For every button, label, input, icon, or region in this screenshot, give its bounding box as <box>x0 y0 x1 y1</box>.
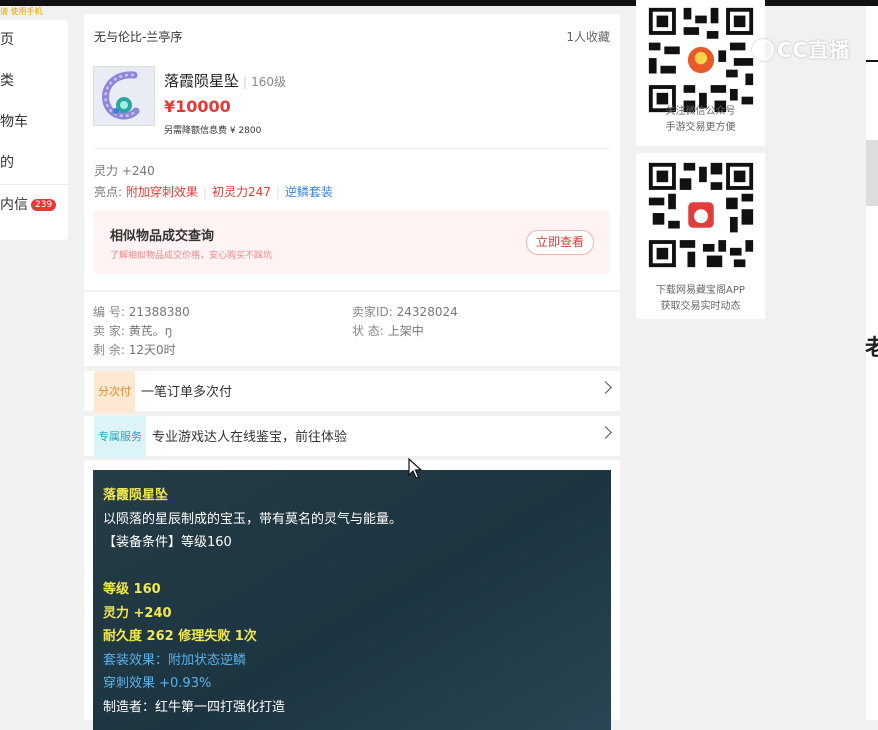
trade-info-card: 编 号: 21388380 卖家ID: 24328024 卖 家: 黄芪。ŋ 状… <box>84 292 620 366</box>
desc-pierce: 穿刺效果 +0.93% <box>103 676 212 691</box>
desc-spacer <box>103 555 601 579</box>
desc-maker: 制造者：红牛第一四打强化打造 <box>103 699 286 715</box>
wechat-qr-card: 关注微信公众号 手游交易更方便 <box>636 0 765 146</box>
service-text: 专业游戏达人在线鉴宝，前往体验 <box>152 430 348 445</box>
top-tip: 请 使用手机 <box>0 7 43 16</box>
edge-text-fragment: 老 <box>865 336 878 361</box>
highlight-set[interactable]: 逆鳞套装 <box>285 185 333 199</box>
wechat-qr-code[interactable] <box>645 4 757 116</box>
highlights-label: 亮点: <box>94 185 123 199</box>
divider <box>94 148 610 149</box>
similar-items-banner[interactable]: 相似物品成交查询 了解相似物品成交价格，安心购买不踩坑 立即查看 <box>94 210 610 274</box>
mouse-cursor-icon <box>408 458 422 479</box>
item-card: 无与伦比-兰亭序 1人收藏 落霞陨星坠160级 ¥10000 另需降额信息费 ¥… <box>84 14 620 290</box>
sidebar-item-home[interactable]: 页 <box>0 20 68 61</box>
item-description-panel: 落霞陨星坠 以陨落的星辰制成的宝玉，带有莫名的灵气与能量。 【装备条件】等级16… <box>93 470 611 730</box>
item-thumbnail[interactable] <box>93 66 155 126</box>
view-now-button[interactable]: 立即查看 <box>526 230 594 255</box>
installment-text: 一笔订单多次付 <box>141 385 233 400</box>
app-qr-card: 下载网易藏宝阁APP 获取交易实时动态 <box>636 153 765 319</box>
chevron-right-icon <box>599 381 612 394</box>
desc-durability: 耐久度 262 修理失败 1次 <box>103 629 257 644</box>
left-sidebar: 页 类 物车 的 内信 239 <box>0 20 68 240</box>
sidebar-item-mine[interactable]: 的 <box>0 143 68 184</box>
app-qr-caption: 下载网易藏宝阁APP 获取交易实时动态 <box>656 285 745 312</box>
desc-flavor: 以陨落的星辰制成的宝玉，带有莫名的灵气与能量。 <box>103 511 403 527</box>
app-qr-code[interactable] <box>645 159 757 271</box>
item-price: ¥10000 <box>164 97 231 116</box>
message-count-badge: 239 <box>31 199 57 211</box>
seller-id: 卖家ID: 24328024 <box>352 305 458 319</box>
similar-title: 相似物品成交查询 <box>110 229 215 244</box>
item-highlights: 亮点: 附加穿刺效果 | 初灵力247 | 逆鳞套装 <box>94 183 333 200</box>
pendant-icon <box>94 67 154 125</box>
item-level: 160级 <box>243 75 286 89</box>
desc-name: 落霞陨星坠 <box>103 488 169 503</box>
cc-logo-icon <box>752 39 774 61</box>
cc-live-watermark: CC直播 <box>752 34 850 63</box>
wechat-qr-caption: 关注微信公众号 手游交易更方便 <box>665 106 736 133</box>
sidebar-item-cart[interactable]: 物车 <box>0 102 68 143</box>
item-attribute: 灵力 +240 <box>94 164 155 178</box>
installment-row[interactable]: 分次付 一笔订单多次付 <box>84 371 620 413</box>
chevron-right-icon <box>599 426 612 439</box>
sidebar-item-category[interactable]: 类 <box>0 61 68 102</box>
similar-subtitle: 了解相似物品成交价格，安心购买不踩坑 <box>110 251 273 261</box>
listing-status: 状 态: 上架中 <box>352 324 424 338</box>
seller-name: 卖 家: 黄芪。ŋ <box>93 324 173 338</box>
item-description-card: 落霞陨星坠 以陨落的星辰制成的宝玉，带有莫名的灵气与能量。 【装备条件】等级16… <box>84 460 620 730</box>
time-remaining: 剩 余: 12天0时 <box>93 343 176 357</box>
separator: | <box>275 185 280 199</box>
store-row: 无与伦比-兰亭序 1人收藏 <box>94 28 610 45</box>
item-title: 落霞陨星坠 <box>164 72 240 90</box>
desc-set-effect: 套装效果：附加状态逆鳞 <box>103 652 247 668</box>
desc-requirement: 【装备条件】等级160 <box>103 535 232 550</box>
appraisal-service-row[interactable]: 专属服务 专业游戏达人在线鉴宝，前往体验 <box>84 416 620 458</box>
item-title-row: 落霞陨星坠160级 <box>164 70 286 91</box>
service-tag: 专属服务 <box>94 416 146 458</box>
item-fee: 另需降额信息费 ¥ 2800 <box>164 126 262 136</box>
item-id: 编 号: 21388380 <box>93 305 190 319</box>
highlight-initial-ling: 初灵力247 <box>211 185 271 199</box>
separator: | <box>202 185 207 199</box>
desc-level: 等级 160 <box>103 582 161 597</box>
installment-tag: 分次付 <box>94 371 135 413</box>
desc-ling: 灵力 +240 <box>103 605 172 621</box>
favorite-count[interactable]: 1人收藏 <box>566 28 610 45</box>
store-name[interactable]: 无与伦比-兰亭序 <box>94 30 182 44</box>
sidebar-item-messages[interactable]: 内信 239 <box>0 184 68 226</box>
highlight-pierce: 附加穿刺效果 <box>125 185 198 199</box>
